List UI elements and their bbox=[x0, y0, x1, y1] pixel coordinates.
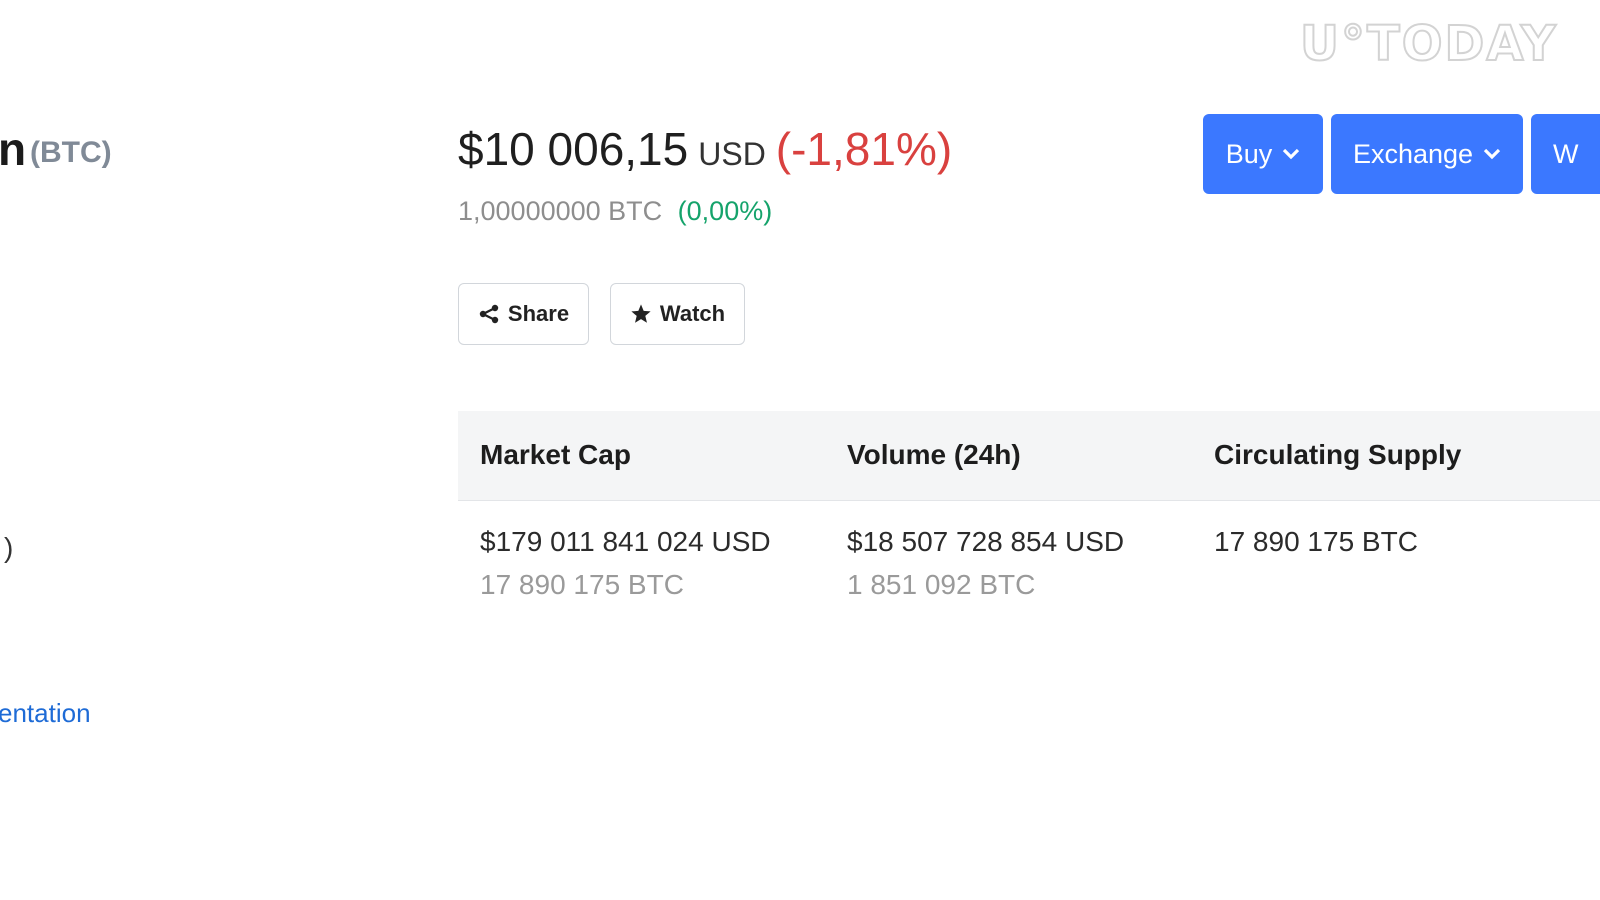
buy-button-label: Buy bbox=[1225, 138, 1273, 169]
share-button-label: Share bbox=[507, 301, 570, 326]
stats-table-header: Market Cap Volume (24h) Circulating Supp… bbox=[458, 411, 1600, 501]
price-change-percent: (-1,81%) bbox=[775, 123, 953, 175]
btc-price-row: 1,00000000 BTC (0,00%) bbox=[458, 196, 772, 227]
market-cap-header: Market Cap bbox=[480, 439, 631, 470]
market-cap-btc: 17 890 175 BTC bbox=[480, 569, 684, 600]
wallet-button-label: W bbox=[1553, 138, 1579, 169]
share-button[interactable]: Share bbox=[458, 283, 589, 345]
page: U°TODAY n (BTC) ) entation $10 006,15 US… bbox=[0, 0, 1600, 900]
utoday-watermark-logo: U°TODAY bbox=[1299, 15, 1558, 73]
documentation-link[interactable]: entation bbox=[0, 698, 91, 729]
circulating-supply-header: Circulating Supply bbox=[1214, 439, 1462, 470]
coin-name: n bbox=[0, 123, 27, 175]
exchange-button[interactable]: Exchange bbox=[1331, 114, 1523, 194]
volume-header: Volume (24h) bbox=[847, 439, 1021, 470]
wallet-button[interactable]: W bbox=[1531, 114, 1600, 194]
volume-usd: $18 507 728 854 USD bbox=[847, 526, 1125, 557]
coin-symbol: (BTC) bbox=[30, 136, 112, 169]
circulating-supply-btc: 17 890 175 BTC bbox=[1214, 526, 1418, 557]
exchange-button-label: Exchange bbox=[1352, 138, 1474, 169]
buy-button[interactable]: Buy bbox=[1203, 114, 1323, 194]
watch-button-label: Watch bbox=[659, 301, 726, 326]
price-value: $10 006,15 bbox=[458, 123, 689, 175]
chevron-down-icon bbox=[1282, 148, 1300, 160]
btc-price-change: (0,00%) bbox=[677, 196, 773, 226]
watch-button[interactable]: Watch bbox=[610, 283, 745, 345]
volume-btc: 1 851 092 BTC bbox=[847, 569, 1036, 600]
star-icon bbox=[630, 303, 652, 325]
info-text-fragment: ) bbox=[4, 532, 14, 563]
chevron-down-icon bbox=[1483, 148, 1501, 160]
btc-price-value: 1,00000000 BTC bbox=[458, 196, 663, 226]
share-icon bbox=[478, 304, 500, 324]
price-currency: USD bbox=[698, 136, 766, 172]
price-row: $10 006,15 USD (-1,81%) bbox=[458, 122, 952, 176]
market-cap-usd: $179 011 841 024 USD bbox=[480, 526, 771, 557]
